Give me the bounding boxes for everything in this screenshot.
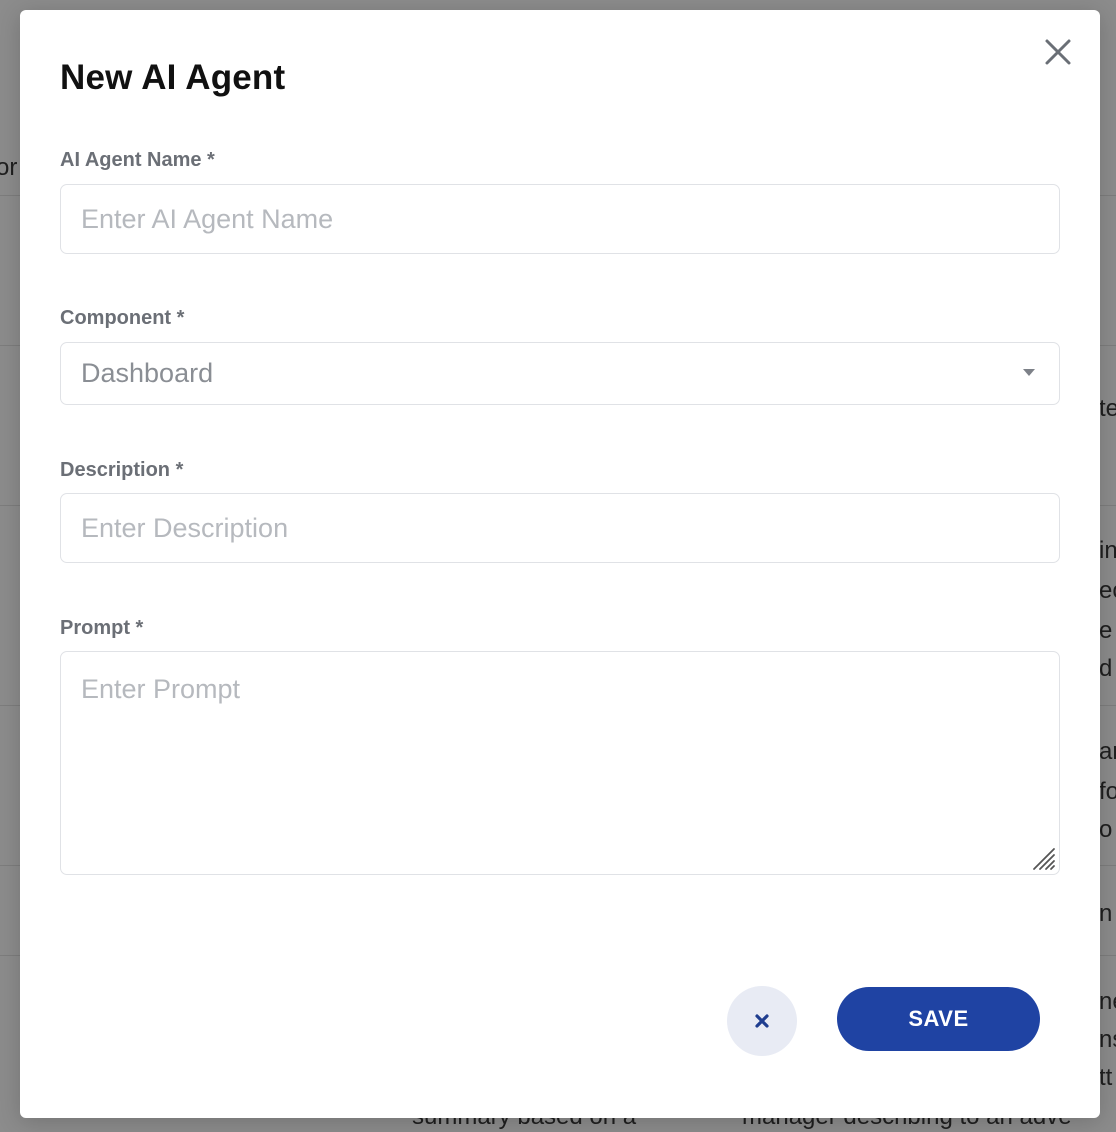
prompt-label: Prompt * <box>60 617 144 639</box>
close-icon <box>755 1014 769 1028</box>
cancel-button[interactable] <box>727 986 797 1056</box>
description-input[interactable] <box>60 493 1060 563</box>
description-label: Description * <box>60 459 184 481</box>
component-selected-value: Dashboard <box>81 358 214 388</box>
component-label: Component * <box>60 307 185 329</box>
dialog-title: New AI Agent <box>60 58 286 97</box>
component-select[interactable]: Dashboard <box>60 342 1060 405</box>
resize-handle-icon[interactable] <box>1030 845 1056 871</box>
agent-name-input[interactable] <box>60 184 1060 254</box>
close-icon <box>1045 39 1071 65</box>
prompt-textarea[interactable] <box>60 651 1060 875</box>
agent-name-label: AI Agent Name * <box>60 149 215 171</box>
close-button[interactable] <box>1038 32 1078 72</box>
save-button[interactable]: SAVE <box>837 987 1040 1051</box>
new-ai-agent-dialog: New AI Agent AI Agent Name * Component *… <box>20 10 1100 1118</box>
caret-down-icon <box>1023 369 1035 376</box>
